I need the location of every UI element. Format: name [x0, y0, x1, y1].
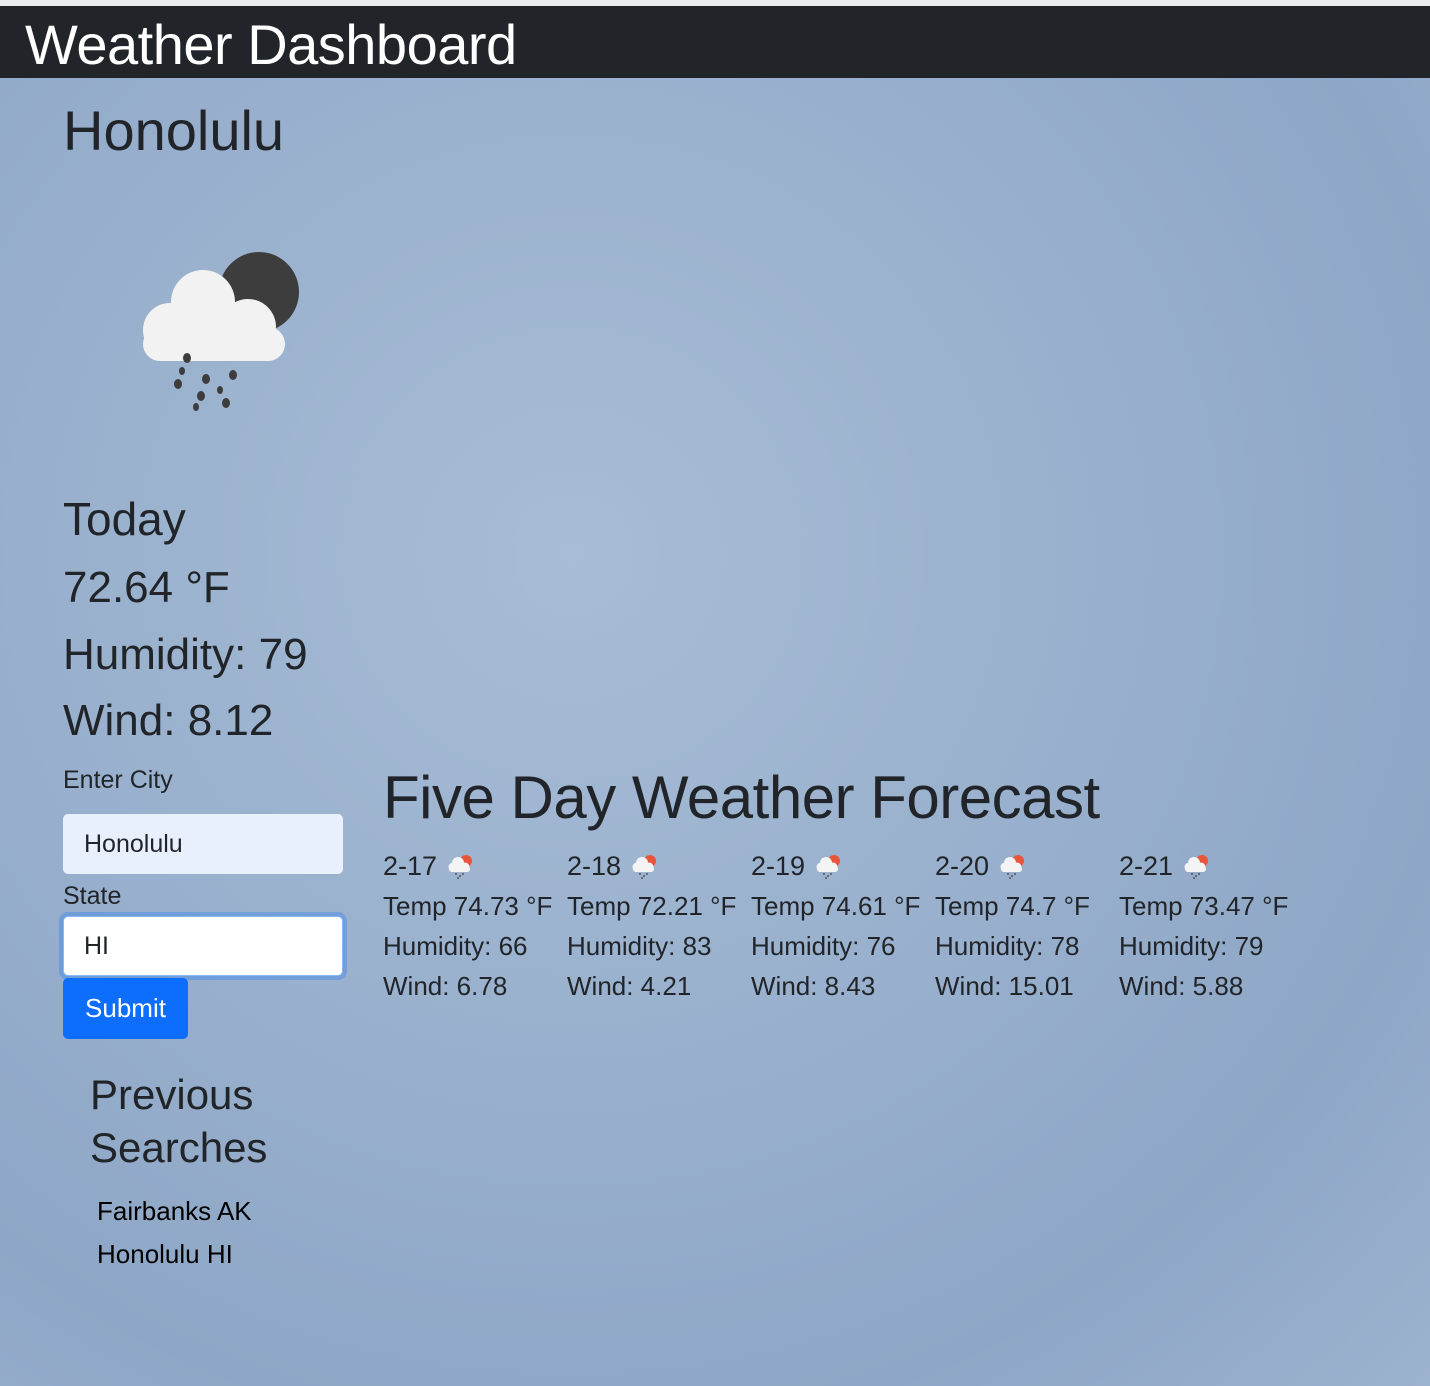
forecast-temp: Temp 72.21 °F — [567, 891, 737, 921]
cloud-rain-day-icon — [631, 852, 659, 880]
forecast-date: 2-21 — [1119, 851, 1174, 881]
forecast-wind: Wind: 6.78 — [383, 971, 508, 1001]
previous-searches-title: Previous Searches — [90, 1071, 268, 1171]
forecast-card: 2-21 Temp 73.47 °F Humidity: 79 Wind: 5.… — [1119, 846, 1303, 1006]
today-label: Today — [63, 493, 186, 545]
forecast-temp: Temp 74.61 °F — [751, 891, 921, 921]
forecast-card: 2-17 Temp 74.73 °F Humidity: 66 Wind: 6.… — [383, 846, 567, 1006]
forecast-temp: Temp 74.7 °F — [935, 891, 1090, 921]
cloud-rain-night-icon — [130, 245, 310, 420]
forecast-temp: Temp 73.47 °F — [1119, 891, 1289, 921]
city-field-label: Enter City — [63, 766, 173, 794]
today-humidity: Humidity: 79 — [63, 630, 308, 679]
forecast-wind: Wind: 15.01 — [935, 971, 1074, 1001]
forecast-wind: Wind: 8.43 — [751, 971, 876, 1001]
today-wind: Wind: 8.12 — [63, 696, 274, 745]
forecast-card: 2-18 Temp 72.21 °F Humidity: 83 Wind: 4.… — [567, 846, 751, 1006]
previous-search-item[interactable]: Fairbanks AK — [97, 1190, 252, 1233]
cloud-rain-day-icon — [1183, 852, 1211, 880]
forecast-humidity: Humidity: 83 — [567, 931, 712, 961]
forecast-humidity: Humidity: 78 — [935, 931, 1080, 961]
state-field-label: State — [63, 882, 122, 910]
app-title: Weather Dashboard — [25, 13, 517, 76]
submit-button[interactable]: Submit — [63, 978, 188, 1039]
cloud-rain-day-icon — [999, 852, 1027, 880]
forecast-card: 2-19 Temp 74.61 °F Humidity: 76 Wind: 8.… — [751, 846, 935, 1006]
forecast-wind: Wind: 5.88 — [1119, 971, 1244, 1001]
forecast-temp: Temp 74.73 °F — [383, 891, 553, 921]
forecast-date: 2-17 — [383, 851, 438, 881]
previous-search-item[interactable]: Honolulu HI — [97, 1233, 252, 1276]
cloud-rain-day-icon — [447, 852, 475, 880]
forecast-wind: Wind: 4.21 — [567, 971, 692, 1001]
forecast-humidity: Humidity: 66 — [383, 931, 528, 961]
forecast-date: 2-20 — [935, 851, 990, 881]
state-input[interactable] — [63, 916, 343, 976]
cloud-rain-day-icon — [815, 852, 843, 880]
forecast-date: 2-19 — [751, 851, 806, 881]
current-city-title: Honolulu — [63, 99, 285, 162]
previous-searches-list: Fairbanks AK Honolulu HI — [97, 1190, 252, 1276]
forecast-title: Five Day Weather Forecast — [383, 764, 1100, 831]
city-input[interactable] — [63, 814, 343, 874]
navbar: Weather Dashboard — [0, 6, 1430, 78]
forecast-date: 2-18 — [567, 851, 622, 881]
today-temperature: 72.64 °F — [63, 563, 230, 612]
forecast-humidity: Humidity: 79 — [1119, 931, 1264, 961]
forecast-humidity: Humidity: 76 — [751, 931, 896, 961]
forecast-card: 2-20 Temp 74.7 °F Humidity: 78 Wind: 15.… — [935, 846, 1119, 1006]
